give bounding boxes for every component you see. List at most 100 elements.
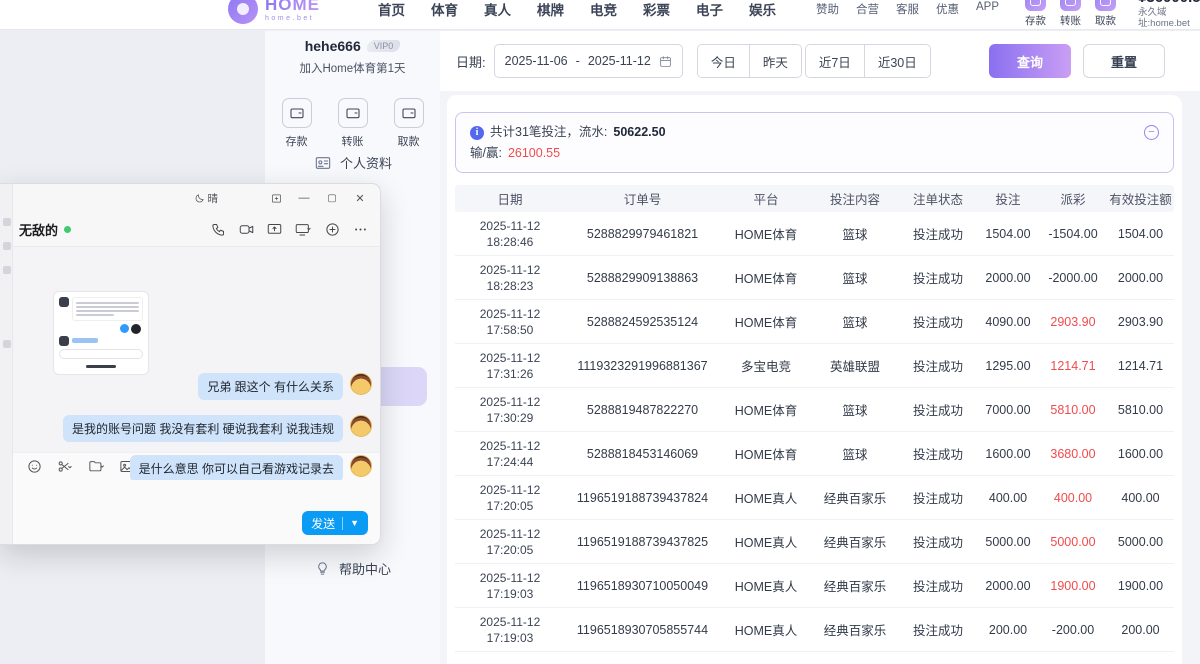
cell-order-number: 5288819487822270 bbox=[565, 403, 720, 417]
thumb-link-text bbox=[72, 338, 98, 343]
wallet-action-button[interactable]: 转账 bbox=[1060, 0, 1081, 28]
thumb-text-bubble bbox=[72, 297, 143, 321]
main-nav-item[interactable]: 电竞 bbox=[590, 0, 617, 19]
moon-icon bbox=[194, 193, 205, 204]
main-nav-item[interactable]: 彩票 bbox=[643, 0, 670, 19]
more-options-icon[interactable] bbox=[353, 222, 368, 237]
emoji-icon[interactable] bbox=[27, 459, 42, 474]
wallet-action-icon bbox=[1060, 0, 1081, 11]
table-column-header: 订单号 bbox=[565, 189, 720, 208]
secondary-nav-item[interactable]: 赞助 bbox=[816, 1, 839, 17]
quick-range-button[interactable]: 近30日 bbox=[864, 45, 930, 77]
secondary-nav-item[interactable]: 客服 bbox=[896, 1, 919, 17]
main-content: 日期: 2025-11-06 - 2025-11-12 今日昨天 近7日近30日… bbox=[440, 31, 1200, 664]
cell-date: 2025-11-1217:30:29 bbox=[455, 394, 565, 426]
quick-action-icon bbox=[282, 98, 312, 128]
quick-range-button[interactable]: 今日 bbox=[698, 45, 749, 77]
join-days-note: 加入Home体育第1天 bbox=[265, 60, 440, 76]
logo-title: HOME bbox=[265, 0, 320, 13]
secondary-nav-item[interactable]: APP bbox=[976, 1, 999, 17]
cell-platform: HOME体育 bbox=[720, 400, 812, 419]
cell-date: 2025-11-1217:20:05 bbox=[455, 526, 565, 558]
table-column-header: 派彩 bbox=[1038, 189, 1108, 208]
voice-call-icon[interactable] bbox=[211, 222, 226, 237]
cell-status: 投注成功 bbox=[898, 356, 978, 375]
cell-bet-content: 篮球 bbox=[812, 444, 898, 463]
send-divider bbox=[342, 517, 343, 530]
screen-share-icon[interactable] bbox=[267, 222, 282, 237]
cell-payout: 1900.00 bbox=[1038, 579, 1108, 593]
remote-desktop-icon[interactable] bbox=[295, 222, 312, 237]
maximize-button[interactable]: ▢ bbox=[320, 188, 344, 208]
sidebar-item-help[interactable]: 帮助中心 bbox=[315, 559, 391, 578]
cell-bet-content: 经典百家乐 bbox=[812, 576, 898, 595]
table-column-header: 平台 bbox=[720, 189, 812, 208]
minimize-button[interactable]: — bbox=[292, 188, 316, 208]
main-nav-item[interactable]: 首页 bbox=[378, 0, 405, 19]
table-row: 2025-11-1217:24:44 5288818453146069 HOME… bbox=[455, 432, 1174, 476]
cell-valid-amount: 5000.00 bbox=[1108, 535, 1173, 549]
logo-subtitle: home.bet bbox=[265, 15, 320, 22]
cell-order-number: 5288824592535124 bbox=[565, 315, 720, 329]
main-nav-item[interactable]: 真人 bbox=[484, 0, 511, 19]
table-row: 2025-11-1217:30:29 5288819487822270 HOME… bbox=[455, 388, 1174, 432]
add-circle-icon[interactable] bbox=[325, 222, 340, 237]
quick-action-label: 转账 bbox=[342, 133, 364, 149]
date-filter-label: 日期: bbox=[456, 52, 486, 71]
send-button[interactable]: 发送 ▼ bbox=[302, 511, 368, 535]
cell-order-number: 1196518930705855744 bbox=[565, 623, 720, 637]
wallet-action-button[interactable]: 存款 bbox=[1025, 0, 1046, 28]
cell-date: 2025-11-1218:28:46 bbox=[455, 218, 565, 250]
self-avatar bbox=[350, 455, 372, 477]
cell-status: 投注成功 bbox=[898, 444, 978, 463]
online-status-dot bbox=[64, 226, 71, 233]
sidebar-quick-action[interactable]: 取款 bbox=[394, 98, 424, 149]
close-button[interactable]: ✕ bbox=[348, 188, 372, 208]
sidebar-quick-action[interactable]: 存款 bbox=[282, 98, 312, 149]
quick-range-button[interactable]: 近7日 bbox=[806, 45, 864, 77]
collapse-summary-icon[interactable]: − bbox=[1144, 125, 1159, 140]
bets-table: 日期订单号平台投注内容注单状态投注派彩有效投注额 2025-11-1218:28… bbox=[455, 185, 1174, 652]
self-avatar bbox=[350, 415, 372, 437]
cell-status: 投注成功 bbox=[898, 224, 978, 243]
sidebar-item-profile[interactable]: 个人资料 bbox=[315, 153, 392, 172]
quick-range-button[interactable]: 昨天 bbox=[749, 45, 801, 77]
secondary-nav-item[interactable]: 合营 bbox=[856, 1, 879, 17]
table-row: 2025-11-1217:20:05 1196519188739437824 H… bbox=[455, 476, 1174, 520]
chat-contact-name: 无敌的 bbox=[19, 220, 58, 239]
sidebar-quick-action[interactable]: 转账 bbox=[338, 98, 368, 149]
cell-payout: 1214.71 bbox=[1038, 359, 1108, 373]
cell-date: 2025-11-1217:24:44 bbox=[455, 438, 565, 470]
cell-platform: HOME真人 bbox=[720, 532, 812, 551]
secondary-nav-item[interactable]: 优惠 bbox=[936, 1, 959, 17]
site-logo[interactable]: HOME home.bet bbox=[228, 0, 320, 24]
quick-range-group-a: 今日昨天 bbox=[697, 44, 802, 78]
cell-platform: HOME真人 bbox=[720, 488, 812, 507]
main-nav-item[interactable]: 体育 bbox=[431, 0, 458, 19]
main-nav-item[interactable]: 电子 bbox=[696, 0, 723, 19]
wallet-action-button[interactable]: 取款 bbox=[1095, 0, 1116, 28]
main-nav-item[interactable]: 娱乐 bbox=[749, 0, 776, 19]
thumb-avatar bbox=[59, 336, 69, 346]
table-row: 2025-11-1217:58:50 5288824592535124 HOME… bbox=[455, 300, 1174, 344]
file-folder-icon[interactable] bbox=[88, 459, 104, 474]
quick-action-label: 存款 bbox=[286, 133, 308, 149]
query-button[interactable]: 查询 bbox=[989, 44, 1071, 78]
date-range-input[interactable]: 2025-11-06 - 2025-11-12 bbox=[494, 44, 683, 78]
send-dropdown-caret[interactable]: ▼ bbox=[350, 518, 359, 528]
chat-input-area[interactable]: 发送 ▼ bbox=[13, 480, 380, 544]
quick-range-group-b: 近7日近30日 bbox=[805, 44, 931, 78]
wallet-actions: 存款 转账 取款 bbox=[1025, 0, 1116, 28]
reset-button[interactable]: 重置 bbox=[1083, 44, 1165, 78]
wallet-action-icon bbox=[1095, 0, 1116, 11]
main-nav-item[interactable]: 棋牌 bbox=[537, 0, 564, 19]
chat-image-message[interactable] bbox=[53, 291, 149, 375]
tabs-icon[interactable] bbox=[264, 188, 288, 208]
top-navbar: HOME home.bet 首页 体育 真人 棋牌 电竞 彩票 电子 娱乐 赞助 合营 客服 优惠 A… bbox=[0, 0, 1200, 30]
video-call-icon[interactable] bbox=[239, 222, 254, 237]
screenshot-scissors-icon[interactable] bbox=[57, 459, 73, 474]
cell-bet-amount: 2000.00 bbox=[978, 579, 1038, 593]
cell-order-number: 1196519188739437825 bbox=[565, 535, 720, 549]
message-bubble: 兄弟 跟这个 有什么关系 bbox=[198, 373, 343, 400]
cell-bet-content: 经典百家乐 bbox=[812, 488, 898, 507]
